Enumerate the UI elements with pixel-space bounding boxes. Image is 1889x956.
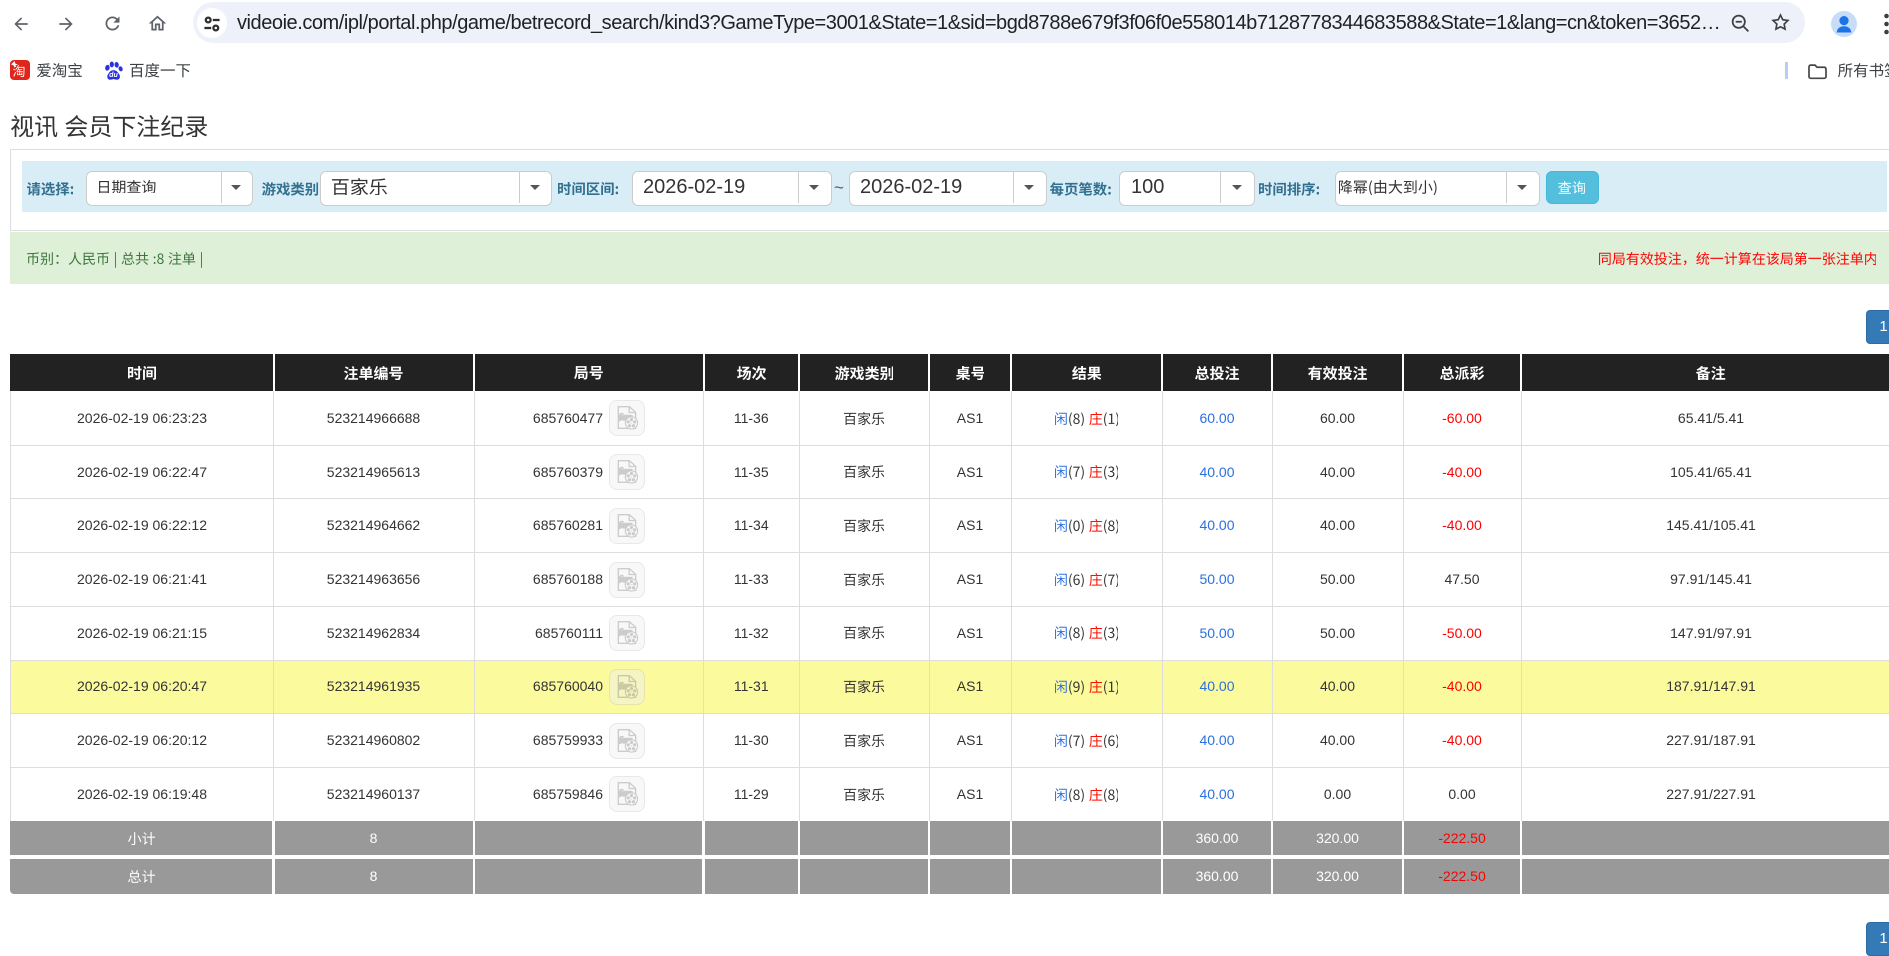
svg-text:du: du [109, 71, 118, 79]
